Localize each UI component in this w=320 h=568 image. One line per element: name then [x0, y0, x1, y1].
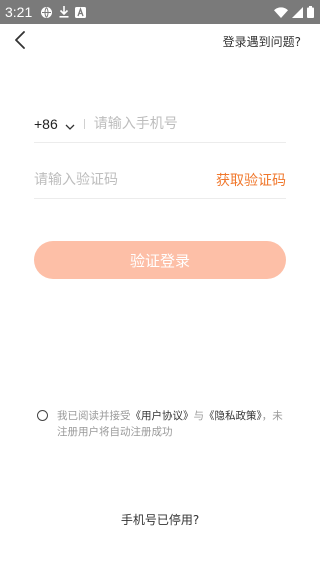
status-bar: 3:21 — [0, 0, 320, 24]
status-time: 3:21 — [5, 4, 33, 20]
code-row: 获取验证码 — [34, 162, 286, 199]
country-code-selector[interactable]: +86 — [34, 116, 75, 133]
vpn-globe-icon — [40, 6, 53, 19]
get-code-button[interactable]: 获取验证码 — [216, 170, 286, 190]
privacy-policy-link[interactable]: 《隐私政策》 — [204, 410, 262, 422]
user-agreement-link[interactable]: 《用户协议》 — [131, 410, 194, 422]
agree-radio[interactable] — [37, 410, 48, 421]
app-a-icon — [75, 6, 87, 18]
back-button[interactable] — [8, 28, 32, 56]
phone-disabled-link[interactable]: 手机号已停用? — [0, 511, 320, 528]
verify-login-button[interactable]: 验证登录 — [34, 241, 286, 279]
verification-code-input[interactable] — [34, 172, 216, 188]
download-icon — [59, 6, 69, 18]
phone-input[interactable] — [93, 116, 286, 132]
status-left-icons — [40, 6, 87, 19]
agreement-text: 我已阅读并接受《用户协议》与《隐私政策》，未注册用户将自动注册成功 — [57, 408, 287, 440]
battery-icon — [307, 6, 314, 18]
agreement-section: 我已阅读并接受《用户协议》与《隐私政策》，未注册用户将自动注册成功 — [37, 408, 287, 440]
wifi-icon — [274, 6, 288, 18]
signal-icon — [292, 6, 303, 18]
country-code-text: +86 — [34, 116, 58, 132]
login-help-link[interactable]: 登录遇到问题? — [223, 33, 301, 50]
agreement-and: 与 — [193, 410, 205, 422]
phone-row: +86 — [34, 106, 286, 143]
status-right-icons — [274, 6, 314, 18]
field-divider — [83, 119, 85, 129]
chevron-down-icon — [65, 117, 75, 133]
chevron-left-icon — [14, 31, 26, 53]
agreement-prefix: 我已阅读并接受 — [57, 410, 131, 422]
